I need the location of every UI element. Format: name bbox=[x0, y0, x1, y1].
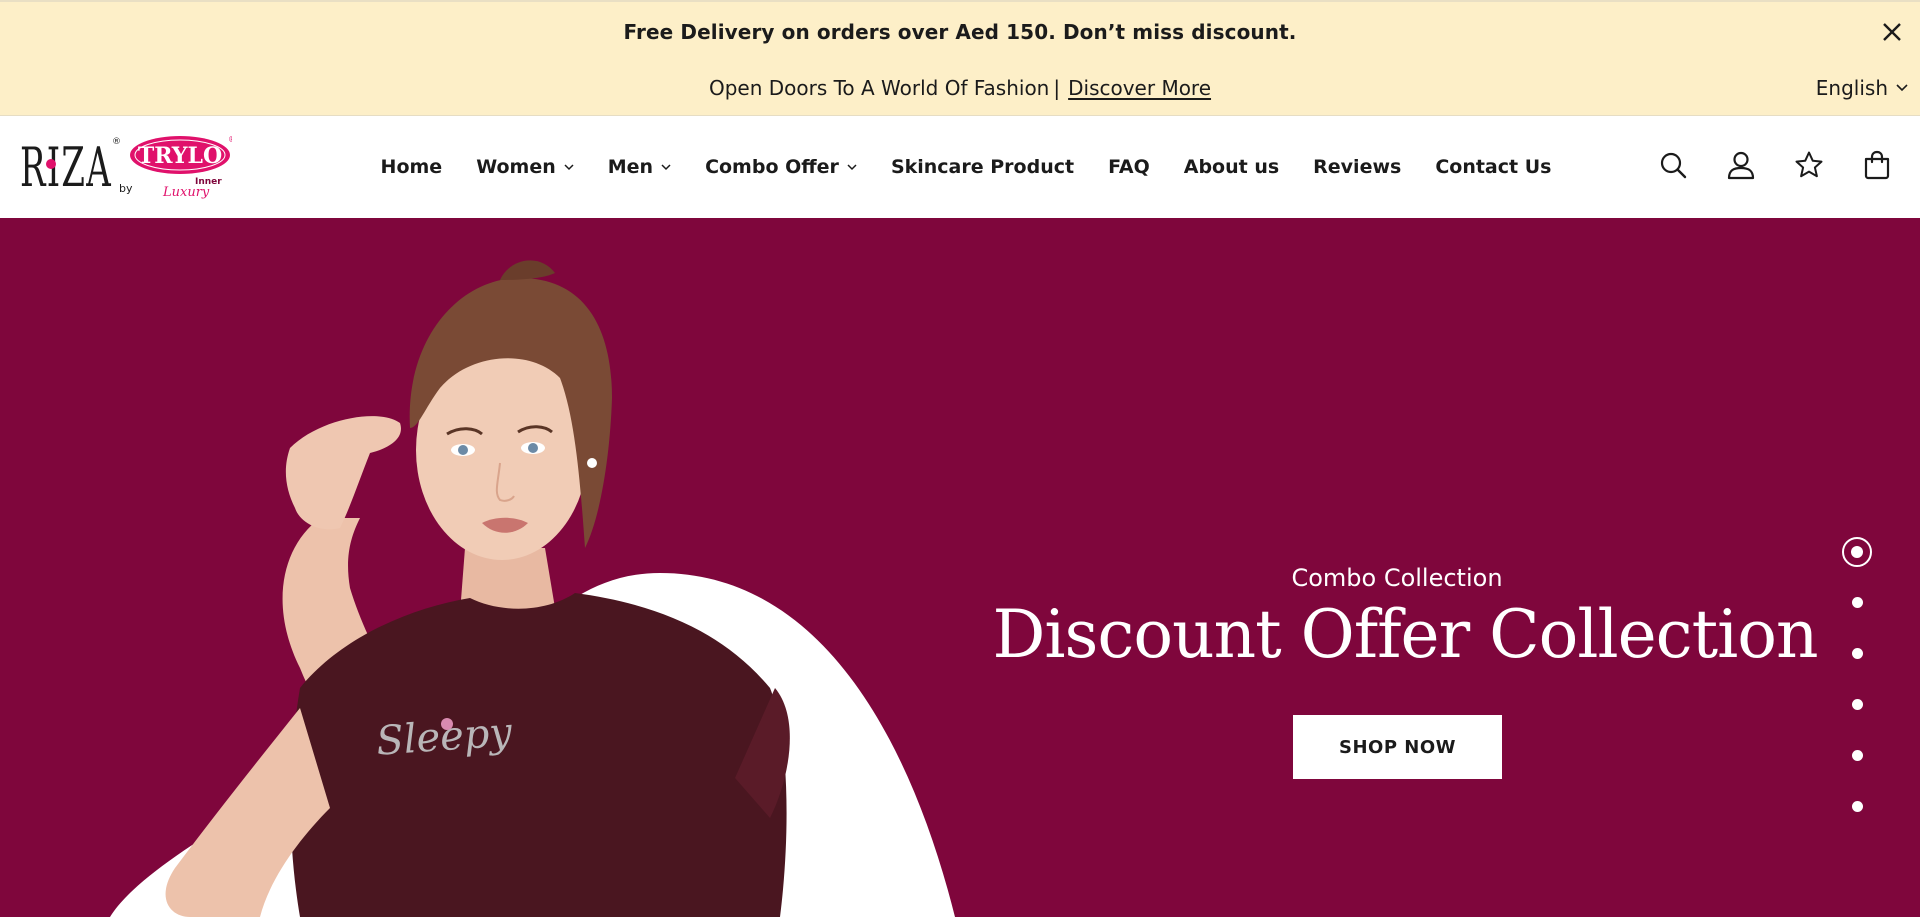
close-icon[interactable] bbox=[1878, 18, 1906, 46]
slider-pagination bbox=[1840, 526, 1874, 832]
nav-item-label: About us bbox=[1183, 156, 1280, 178]
chevron-down-icon bbox=[564, 163, 574, 170]
logo-brand-text: RIZA bbox=[20, 136, 112, 199]
announcement-bar: Free Delivery on orders over Aed 150. Do… bbox=[0, 0, 1920, 116]
nav-item-skincare-product[interactable]: Skincare Product bbox=[891, 156, 1074, 178]
slider-dot-icon bbox=[1851, 801, 1863, 812]
nav-item-label: Women bbox=[476, 156, 556, 178]
shirt-print-text: Sleepy bbox=[375, 709, 515, 764]
nav-item-home[interactable]: Home bbox=[381, 156, 443, 178]
nav-item-label: Reviews bbox=[1313, 156, 1402, 178]
nav-item-contact-us[interactable]: Contact Us bbox=[1435, 156, 1551, 178]
nav-item-label: Home bbox=[380, 156, 443, 178]
nav-item-faq[interactable]: FAQ bbox=[1108, 156, 1150, 178]
language-label: English bbox=[1815, 76, 1888, 100]
hero-title: Discount Offer Collection bbox=[992, 596, 1818, 673]
slider-dot-2[interactable] bbox=[1840, 577, 1874, 628]
nav-item-combo-offer[interactable]: Combo Offer bbox=[705, 156, 857, 178]
logo-flower-icon bbox=[46, 159, 56, 169]
announcement-separator: | bbox=[1053, 76, 1061, 100]
chevron-down-icon bbox=[661, 163, 671, 170]
hero-subtitle: Combo Collection bbox=[1291, 564, 1503, 592]
discover-more-link[interactable]: Discover More bbox=[1068, 76, 1211, 100]
site-header: RIZA ® by TRYLO ® Inner Luxury Home Wome… bbox=[0, 116, 1920, 218]
search-icon[interactable] bbox=[1658, 150, 1688, 180]
nav-item-label: Skincare Product bbox=[890, 156, 1075, 178]
nav-item-reviews[interactable]: Reviews bbox=[1313, 156, 1401, 178]
logo-tagline-bottom: Luxury bbox=[162, 185, 210, 200]
nav-item-label: Combo Offer bbox=[705, 156, 839, 178]
nav-item-label: FAQ bbox=[1108, 156, 1150, 178]
announcement-subline: Open Doors To A World Of Fashion | Discove… bbox=[0, 76, 1920, 100]
logo-partner-text: TRYLO bbox=[138, 143, 222, 169]
slider-dot-6[interactable] bbox=[1840, 781, 1874, 832]
svg-text:®: ® bbox=[112, 137, 121, 147]
wishlist-star-icon[interactable] bbox=[1794, 150, 1824, 180]
slider-dot-icon bbox=[1851, 597, 1863, 608]
slider-dot-5[interactable] bbox=[1840, 730, 1874, 781]
cart-bag-icon[interactable] bbox=[1862, 150, 1892, 180]
slider-dot-4[interactable] bbox=[1840, 679, 1874, 730]
slider-dot-icon bbox=[1851, 750, 1863, 761]
site-logo[interactable]: RIZA ® by TRYLO ® Inner Luxury bbox=[20, 134, 232, 200]
nav-item-label: Men bbox=[607, 156, 654, 178]
nav-item-men[interactable]: Men bbox=[608, 156, 671, 178]
language-selector[interactable]: English bbox=[1816, 76, 1908, 100]
hero-model-image: Sleepy bbox=[110, 260, 955, 917]
hero-banner: Sleepy Combo Collection Discount Offer C… bbox=[0, 218, 1920, 917]
announcement-text: Free Delivery on orders over Aed 150. Do… bbox=[623, 20, 1297, 44]
slider-dot-icon bbox=[1851, 648, 1863, 659]
nav-item-about-us[interactable]: About us bbox=[1184, 156, 1279, 178]
svg-text:®: ® bbox=[228, 135, 232, 144]
main-nav: Home Women Men Combo Offer Skincare Prod… bbox=[0, 116, 1920, 218]
chevron-down-icon bbox=[847, 163, 857, 170]
slider-dot-icon bbox=[1851, 699, 1863, 710]
nav-item-label: Contact Us bbox=[1435, 156, 1552, 178]
slider-dot-1[interactable] bbox=[1840, 526, 1874, 577]
announcement-subline-text: Open Doors To A World Of Fashion bbox=[708, 76, 1050, 100]
header-actions bbox=[1658, 150, 1892, 180]
shop-now-button[interactable]: SHOP NOW bbox=[1293, 715, 1502, 779]
slider-dot-3[interactable] bbox=[1840, 628, 1874, 679]
nav-item-women[interactable]: Women bbox=[476, 156, 574, 178]
account-icon[interactable] bbox=[1726, 150, 1756, 180]
logo-by-text: by bbox=[119, 182, 133, 195]
chevron-down-icon bbox=[1896, 84, 1908, 92]
slider-dot-active-icon bbox=[1842, 536, 1872, 567]
